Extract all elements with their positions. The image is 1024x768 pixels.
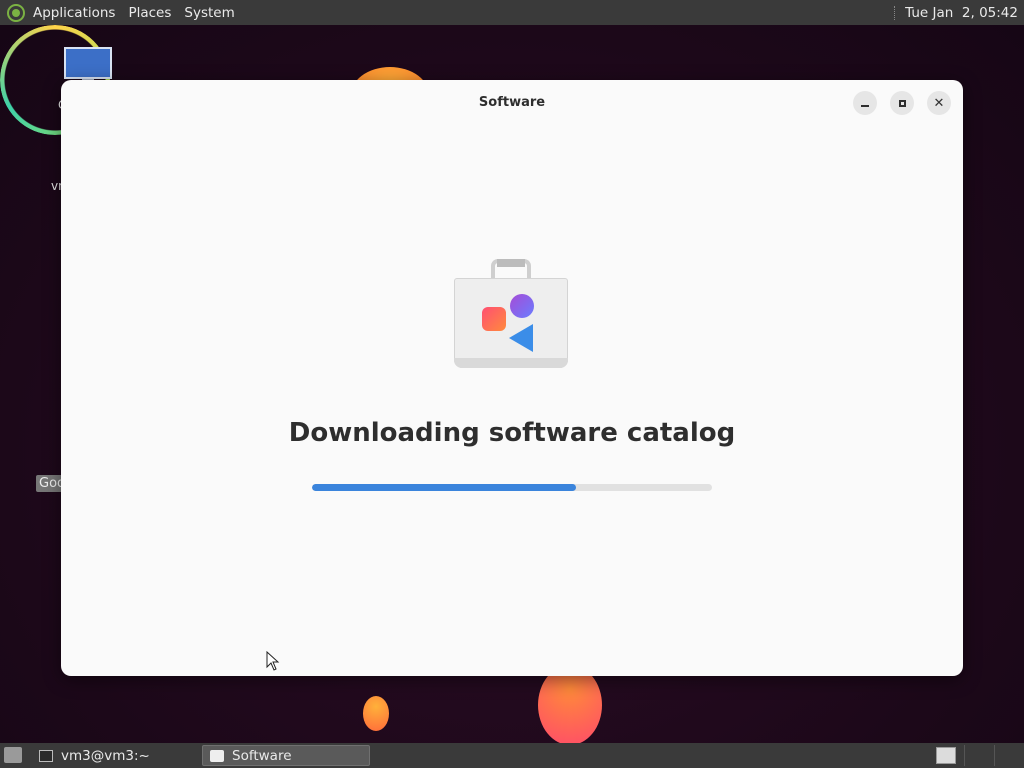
software-icon [210,749,224,762]
terminal-icon [39,749,53,762]
panel-separator [894,5,897,20]
bag-bottom [454,358,568,368]
close-icon: ✕ [933,95,945,111]
window-title: Software [478,95,546,110]
menu-places[interactable]: Places [128,5,171,21]
wallpaper-blob [538,665,602,743]
minimize-icon [861,105,869,107]
progress-fill [312,484,576,491]
loading-headline: Downloading software catalog [288,418,736,448]
maximize-icon [898,99,906,107]
menu-system[interactable]: System [184,5,234,21]
bag-triangle-shape [509,324,533,352]
show-desktop-icon[interactable] [4,747,22,763]
software-bag-icon [453,256,569,368]
computer-icon[interactable] [64,47,112,79]
taskbar-item-software[interactable]: Software [202,745,370,766]
distro-logo-icon[interactable] [7,3,25,22]
taskbar-item-terminal[interactable]: vm3@vm3:~ [32,745,198,766]
bottom-panel: vm3@vm3:~ Software [0,743,1024,768]
bag-circle-shape [510,294,534,318]
top-panel: Applications Places System Tue Jan 2, 05… [0,0,1024,25]
minimize-button[interactable] [853,91,877,115]
panel-separator [964,745,965,766]
panel-separator [994,745,995,766]
taskbar-item-label: vm3@vm3:~ [61,747,150,764]
bag-handle-top [497,259,525,267]
bag-square-shape [482,307,506,331]
clock[interactable]: Tue Jan 2, 05:42 [905,5,1018,21]
close-button[interactable]: ✕ [927,91,951,115]
wallpaper-blob [363,696,389,731]
menu-applications[interactable]: Applications [33,5,115,21]
clock-area: Tue Jan 2, 05:42 [894,5,1018,21]
taskbar-item-label: Software [232,747,292,764]
software-window: Software ✕ Downloading software catalog [61,80,963,676]
mouse-cursor-icon [266,651,280,671]
bag-body [454,278,568,368]
workspace-switcher[interactable] [936,747,956,764]
maximize-button[interactable] [890,91,914,115]
progress-bar [312,484,712,491]
